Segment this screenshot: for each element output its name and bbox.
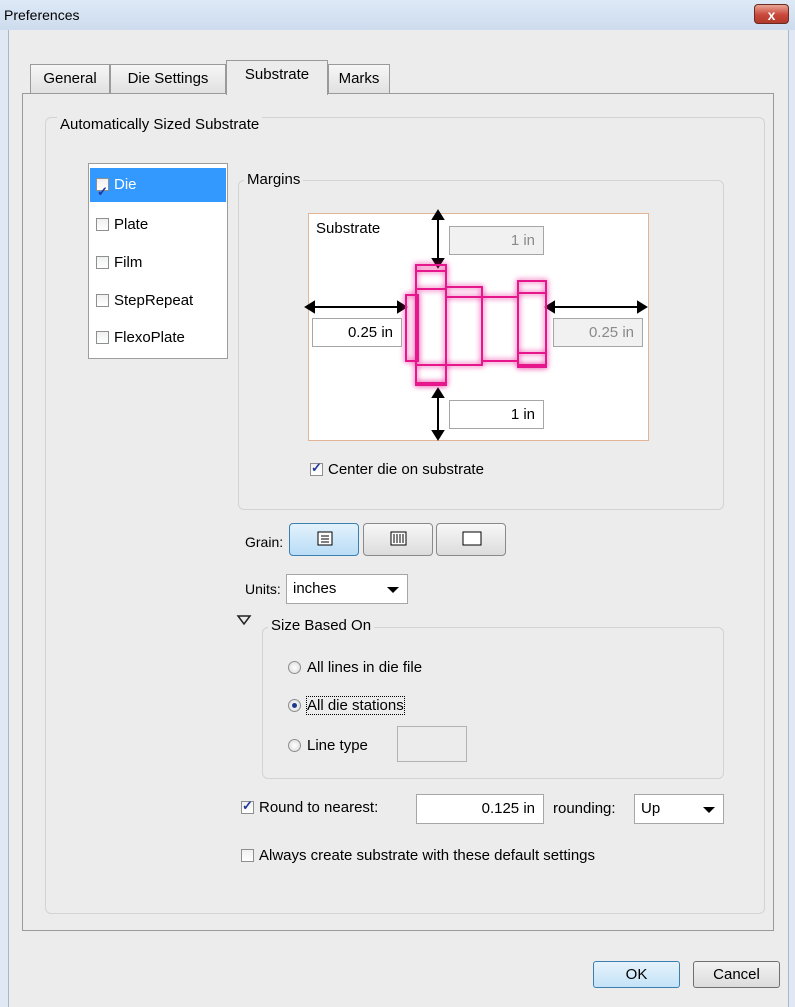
round-value-field[interactable]: 0.125 in [416,794,544,824]
tab-general[interactable]: General [30,64,110,93]
list-item-flexoplate[interactable]: FlexoPlate [90,321,226,355]
units-dropdown[interactable]: inches [286,574,408,604]
always-create-checkbox[interactable] [241,849,254,862]
grain-vertical-icon [390,531,407,546]
chevron-down-icon [387,587,399,593]
cancel-button[interactable]: Cancel [693,961,780,988]
top-margin-field[interactable]: 1 in [449,226,544,255]
tab-substrate[interactable]: Substrate [226,60,328,95]
list-item-label: Film [114,254,143,271]
list-item-steprepeat[interactable]: StepRepeat [90,284,226,318]
grain-label: Grain: [245,534,284,550]
radio-all-stations[interactable]: All die stations [288,696,405,715]
grain-vertical-button[interactable] [363,523,433,556]
chevron-down-icon [703,807,715,813]
round-option[interactable]: Round to nearest: [241,798,379,816]
radio-button[interactable] [288,661,301,674]
list-item-plate[interactable]: Plate [90,208,226,242]
radio-line-type[interactable]: Line type [288,737,368,754]
bottom-margin-field[interactable]: 1 in [449,400,544,429]
radio-button[interactable] [288,739,301,752]
radio-label: Line type [307,737,368,754]
rounding-label: rounding: [553,800,616,817]
film-checkbox[interactable] [96,256,109,269]
grain-horizontal-icon [317,531,333,546]
close-button[interactable]: x [754,4,789,24]
list-item-label: StepRepeat [114,292,194,309]
list-item-die[interactable]: Die [90,168,226,209]
ok-button[interactable]: OK [593,961,680,988]
tab-die-settings[interactable]: Die Settings [110,64,226,93]
die-checkbox[interactable] [96,175,109,209]
collapse-triangle-icon[interactable] [236,614,252,628]
title-bar[interactable]: Preferences x [0,0,795,30]
auto-sized-substrate-label: Automatically Sized Substrate [57,116,263,133]
rounding-value: Up [641,800,661,817]
list-item-label: Die [114,176,137,193]
always-create-label: Always create substrate with these defau… [259,847,596,864]
tab-marks[interactable]: Marks [328,64,390,93]
left-margin-field[interactable]: 0.25 in [312,318,402,347]
steprepeat-checkbox[interactable] [96,294,109,307]
units-label: Units: [245,581,281,597]
radio-all-lines[interactable]: All lines in die file [288,659,422,676]
grain-none-icon [462,531,482,546]
die-outline-icon [405,264,547,386]
rounding-dropdown[interactable]: Up [634,794,724,824]
line-type-field[interactable] [397,726,467,762]
list-item-label: Plate [114,216,149,233]
right-margin-field[interactable]: 0.25 in [553,318,643,347]
list-item-label: FlexoPlate [114,329,185,346]
radio-label: All die stations [306,696,405,715]
round-checkbox[interactable] [241,798,254,814]
list-item-film[interactable]: Film [90,246,226,280]
window-title: Preferences [4,7,80,23]
center-die-option[interactable]: Center die on substrate [310,460,484,478]
margins-label: Margins [244,171,304,188]
grain-none-button[interactable] [436,523,506,556]
plate-checkbox[interactable] [96,218,109,231]
size-based-on-label: Size Based On [268,617,375,634]
grain-horizontal-button[interactable] [289,523,359,556]
flexoplate-checkbox[interactable] [96,331,109,344]
center-die-checkbox[interactable] [310,460,323,476]
units-value: inches [293,580,337,597]
always-create-option[interactable]: Always create substrate with these defau… [241,847,595,864]
round-label: Round to nearest: [259,799,379,816]
radio-button[interactable] [288,699,301,712]
center-die-label: Center die on substrate [328,461,484,478]
radio-label: All lines in die file [307,659,423,676]
